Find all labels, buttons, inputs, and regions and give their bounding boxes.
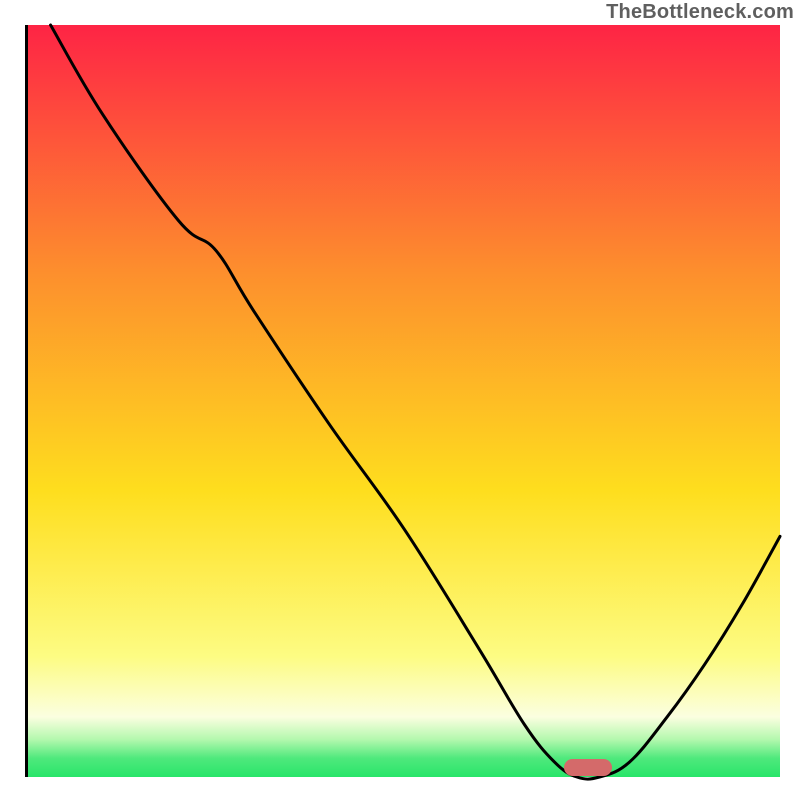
chart-svg (28, 25, 780, 777)
plot-area (25, 25, 777, 777)
sweet-spot-marker (564, 759, 612, 776)
attribution-label: TheBottleneck.com (606, 1, 794, 24)
chart-container: TheBottleneck.com (0, 0, 800, 800)
gradient-background (28, 25, 780, 777)
